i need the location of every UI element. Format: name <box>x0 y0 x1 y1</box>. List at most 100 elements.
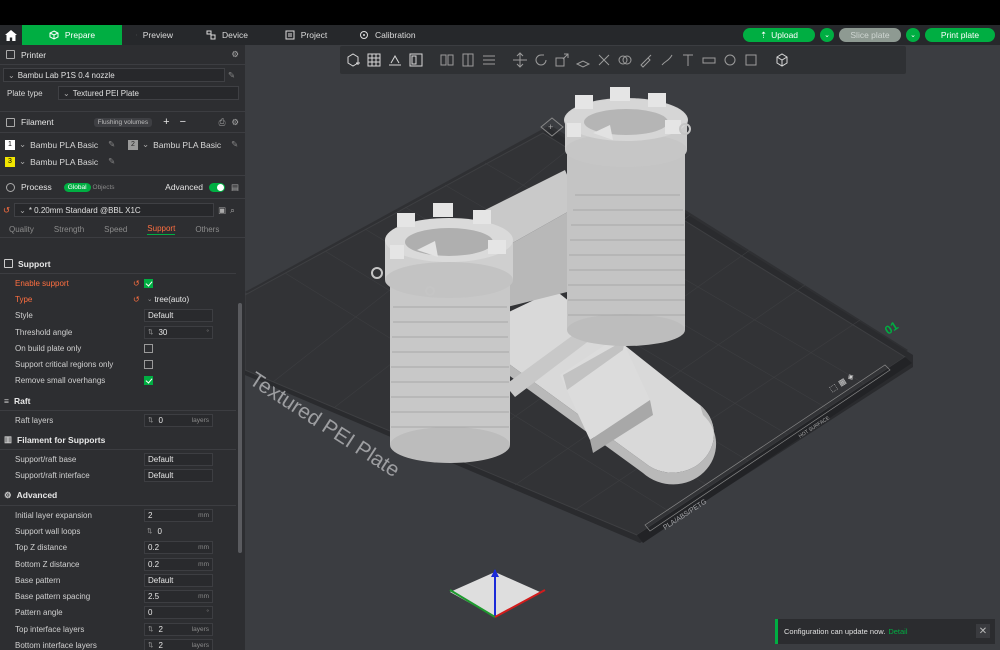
upload-button[interactable]: ⇡ Upload <box>743 28 815 42</box>
rotate-icon[interactable] <box>531 51 550 70</box>
bottom-interface-input[interactable]: ⇅ 2 layers <box>144 638 213 650</box>
split-parts-icon[interactable] <box>458 51 477 70</box>
reset-icon[interactable]: ↺ <box>3 205 10 216</box>
edit-icon[interactable]: ✎ <box>231 139 238 150</box>
enable-support-checkbox[interactable] <box>144 278 153 288</box>
slice-dropdown-button[interactable]: ⌄ <box>820 28 834 42</box>
base-pattern-select[interactable]: Default <box>144 573 213 587</box>
raft-layers-value: 0 <box>158 415 163 425</box>
edit-icon[interactable]: ✎ <box>108 156 115 167</box>
bottom-z-input[interactable]: 0.2 mm <box>144 557 213 571</box>
top-z-input[interactable]: 0.2 mm <box>144 541 213 555</box>
divider <box>0 504 236 506</box>
seam-paint-icon[interactable] <box>657 51 676 70</box>
stepper-icon[interactable]: ⇅ <box>147 527 152 535</box>
base-spacing-input[interactable]: 2.5 mm <box>144 590 213 604</box>
top-interface-input[interactable]: ⇅ 2 layers <box>144 622 213 636</box>
tab-calibration[interactable]: Calibration <box>345 25 430 45</box>
raft-layers-input[interactable]: ⇅ 0 layers <box>144 413 213 427</box>
process-preset-select[interactable]: ⌄ * 0.20mm Standard @BBL X1C <box>14 203 215 217</box>
reset-icon[interactable]: ↺ <box>133 295 140 304</box>
subtab-speed[interactable]: Speed <box>104 225 127 234</box>
objects-toggle[interactable]: Objects <box>93 184 115 191</box>
critical-regions-checkbox[interactable] <box>144 360 153 370</box>
toast-detail-link[interactable]: Detail <box>888 627 907 636</box>
option-label: Threshold angle <box>15 327 73 337</box>
stepper-icon[interactable]: ⇅ <box>148 416 153 424</box>
pattern-angle-input[interactable]: 0 ° <box>144 606 213 620</box>
scrollbar[interactable] <box>238 303 242 553</box>
move-icon[interactable] <box>510 51 529 70</box>
filament-slot-2[interactable]: 2 ⌄ Bambu PLA Basic ✎ <box>128 139 238 150</box>
subtab-quality[interactable]: Quality <box>9 225 34 234</box>
filament-slots: 1 ⌄ Bambu PLA Basic ✎ 2 ⌄ Bambu PLA Basi… <box>0 133 245 171</box>
compare-icon[interactable]: ▤ <box>231 182 239 193</box>
layers-editing-icon[interactable] <box>479 51 498 70</box>
tab-preview[interactable]: Preview <box>122 25 187 45</box>
measure-icon[interactable] <box>699 51 718 70</box>
cut-icon[interactable] <box>594 51 613 70</box>
filament-slot-3[interactable]: 3 ⌄ Bambu PLA Basic ✎ <box>5 156 115 167</box>
plate-type-select[interactable]: ⌄ Textured PEI Plate <box>58 86 239 100</box>
subtab-others[interactable]: Others <box>195 225 219 234</box>
stepper-icon[interactable]: ⇅ <box>148 625 153 633</box>
raft-base-select[interactable]: Default <box>144 453 213 467</box>
global-toggle[interactable]: Global <box>63 182 91 192</box>
close-icon[interactable]: ✕ <box>976 624 990 638</box>
gear-icon[interactable]: ⚙ <box>231 117 239 128</box>
threshold-angle-input[interactable]: ⇅ 30 ° <box>144 325 213 339</box>
grid-icon[interactable] <box>364 51 383 70</box>
type-select[interactable]: ⌄ tree(auto) <box>144 293 213 306</box>
assembly-icon[interactable] <box>741 51 760 70</box>
tab-project[interactable]: Project <box>267 25 345 45</box>
tab-prepare[interactable]: Prepare <box>22 25 122 45</box>
slice-label: Slice plate <box>850 30 890 40</box>
remove-icon[interactable]: − <box>180 116 186 128</box>
filament-slot-1[interactable]: 1 ⌄ Bambu PLA Basic ✎ <box>5 139 115 150</box>
print-plate-button[interactable]: Print plate <box>925 28 995 42</box>
subtab-support[interactable]: Support <box>147 224 176 235</box>
mesh-boolean-icon[interactable] <box>615 51 634 70</box>
gear-icon[interactable]: ⚙ <box>231 49 239 60</box>
arrange-icon[interactable] <box>406 51 425 70</box>
tab-label: Calibration <box>375 30 416 40</box>
device-icon <box>206 30 216 40</box>
tab-device[interactable]: Device <box>187 25 267 45</box>
initial-expansion-input[interactable]: 2 mm <box>144 508 213 522</box>
edit-icon[interactable]: ✎ <box>228 70 235 81</box>
edit-icon[interactable]: ✎ <box>108 139 115 150</box>
wall-loops-input[interactable]: ⇅ 0 <box>144 525 213 538</box>
process-preset-value: * 0.20mm Standard @BBL X1C <box>28 205 141 215</box>
build-plate-only-checkbox[interactable] <box>144 343 153 353</box>
stepper-icon[interactable]: ⇅ <box>148 328 153 336</box>
printer-select[interactable]: ⌄ Bambu Lab P1S 0.4 nozzle <box>3 68 225 82</box>
split-objects-icon[interactable] <box>437 51 456 70</box>
3d-viewport[interactable]: Textured PEI Plate 01 PLA/ABS/PETG HOT S… <box>245 45 1000 650</box>
home-button[interactable] <box>0 25 22 45</box>
color-paint-icon[interactable] <box>720 51 739 70</box>
stepper-icon[interactable]: ⇅ <box>148 641 153 649</box>
reset-icon[interactable]: ↺ <box>133 279 140 288</box>
subtab-strength[interactable]: Strength <box>54 225 84 234</box>
print-dropdown-button[interactable]: ⌄ <box>906 28 920 42</box>
view-orientation-icon[interactable] <box>772 51 791 70</box>
search-icon[interactable]: ⌕ <box>230 205 235 216</box>
add-object-icon[interactable] <box>343 51 362 70</box>
option-label: Pattern angle <box>15 608 63 618</box>
slice-plate-button[interactable]: Slice plate <box>839 28 901 42</box>
style-value: Default <box>148 311 174 321</box>
style-select[interactable]: Default <box>144 309 213 323</box>
add-icon[interactable]: + <box>163 116 169 128</box>
raft-interface-select[interactable]: Default <box>144 469 213 483</box>
support-paint-icon[interactable] <box>636 51 655 70</box>
scale-icon[interactable] <box>552 51 571 70</box>
save-icon[interactable]: ▣ <box>218 205 226 216</box>
sync-icon[interactable]: ⎙ <box>219 117 226 128</box>
unit-label: mm <box>198 560 209 568</box>
advanced-toggle[interactable] <box>208 182 225 192</box>
flushing-volumes-button[interactable]: Flushing volumes <box>93 117 153 127</box>
orient-icon[interactable] <box>385 51 404 70</box>
remove-overhangs-checkbox[interactable] <box>144 376 153 386</box>
text-icon[interactable] <box>678 51 697 70</box>
lay-on-face-icon[interactable] <box>573 51 592 70</box>
